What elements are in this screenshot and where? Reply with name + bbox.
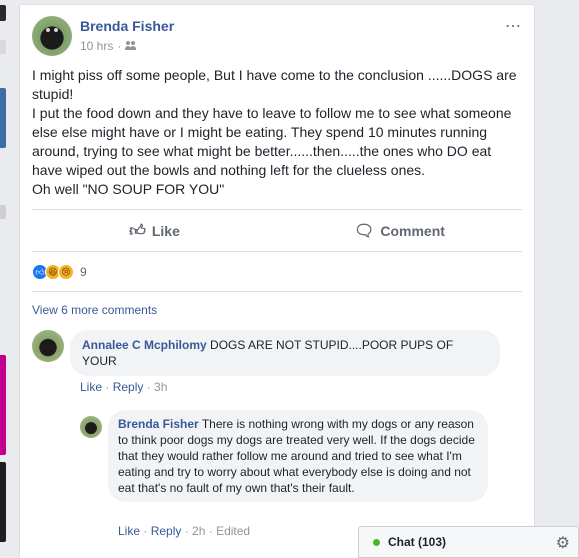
post-paragraph: I might piss off some people, But I have… [32, 67, 517, 102]
replier-avatar[interactable] [80, 416, 102, 438]
left-panel-edge [0, 0, 12, 558]
comment-reply-link[interactable]: Reply [113, 380, 144, 394]
reply-bubble: Brenda Fisher There is nothing wrong wit… [108, 410, 488, 502]
edge-marker [0, 40, 6, 54]
reply-actions: Like · Reply · 2h · Edited [118, 524, 251, 538]
comment-bubble: Annalee C Mcphilomy DOGS ARE NOT STUPID.… [70, 330, 500, 376]
chat-bar[interactable]: Chat (103) ⚙ [358, 526, 579, 558]
edge-marker [0, 88, 6, 148]
comment-icon: 🗨︎ [354, 223, 375, 240]
comment-like-link[interactable]: Like [80, 380, 102, 394]
author-avatar[interactable] [32, 16, 72, 56]
edge-marker [0, 355, 6, 455]
meta-separator: · [117, 39, 122, 53]
post-paragraph: Oh well "NO SOUP FOR YOU" [32, 181, 225, 197]
divider [32, 251, 522, 252]
post-meta: 10 hrs · [80, 39, 137, 53]
edge-marker [0, 5, 6, 21]
reply-reply-link[interactable]: Reply [151, 524, 182, 538]
gear-icon[interactable]: ⚙ [556, 533, 570, 553]
view-more-comments-link[interactable]: View 6 more comments [32, 303, 157, 317]
post-timestamp[interactable]: 10 hrs [80, 39, 113, 53]
commenter-name[interactable]: Annalee C Mcphilomy [82, 338, 207, 352]
divider [32, 291, 522, 292]
reply-like-link[interactable]: Like [118, 524, 140, 538]
divider [32, 209, 522, 210]
friends-audience-icon[interactable] [125, 41, 137, 51]
post-author-name[interactable]: Brenda Fisher [80, 18, 174, 34]
comment-button[interactable]: 🗨︎ Comment [277, 211, 522, 251]
online-status-icon [373, 538, 380, 546]
edge-marker [0, 205, 6, 219]
sad-reaction-icon: 😢︎ [58, 264, 74, 280]
comment-label: Comment [380, 223, 445, 239]
more-options-icon[interactable]: ⋯ [505, 16, 522, 36]
reactions-summary[interactable]: 👍︎ 😆︎ 😢︎ 9 [32, 263, 87, 281]
reply-time[interactable]: 2h [192, 524, 205, 538]
comment-actions: Like · Reply · 3h [80, 380, 168, 394]
post-body: I might piss off some people, But I have… [32, 66, 524, 199]
like-button[interactable]: 👍︎ Like [32, 211, 277, 251]
commenter-avatar[interactable] [32, 330, 64, 362]
like-label: Like [151, 223, 180, 239]
post-paragraph: I put the food down and they have to lea… [32, 105, 512, 178]
thumbs-up-icon: 👍︎ [129, 222, 146, 240]
comment-item: Annalee C Mcphilomy DOGS ARE NOT STUPID.… [32, 330, 512, 400]
post-actions: 👍︎ Like 🗨︎ Comment [32, 211, 522, 251]
reply-edited[interactable]: Edited [216, 524, 250, 538]
post-header: Brenda Fisher 10 hrs · ⋯ [32, 16, 522, 58]
chat-label: Chat (103) [388, 535, 447, 549]
comment-time[interactable]: 3h [154, 380, 167, 394]
reply-item: Brenda Fisher There is nothing wrong wit… [80, 410, 500, 540]
post-card: Brenda Fisher 10 hrs · ⋯ I might piss of… [19, 4, 535, 558]
replier-name[interactable]: Brenda Fisher [118, 417, 199, 431]
edge-marker [0, 462, 6, 542]
reaction-count: 9 [80, 265, 87, 279]
